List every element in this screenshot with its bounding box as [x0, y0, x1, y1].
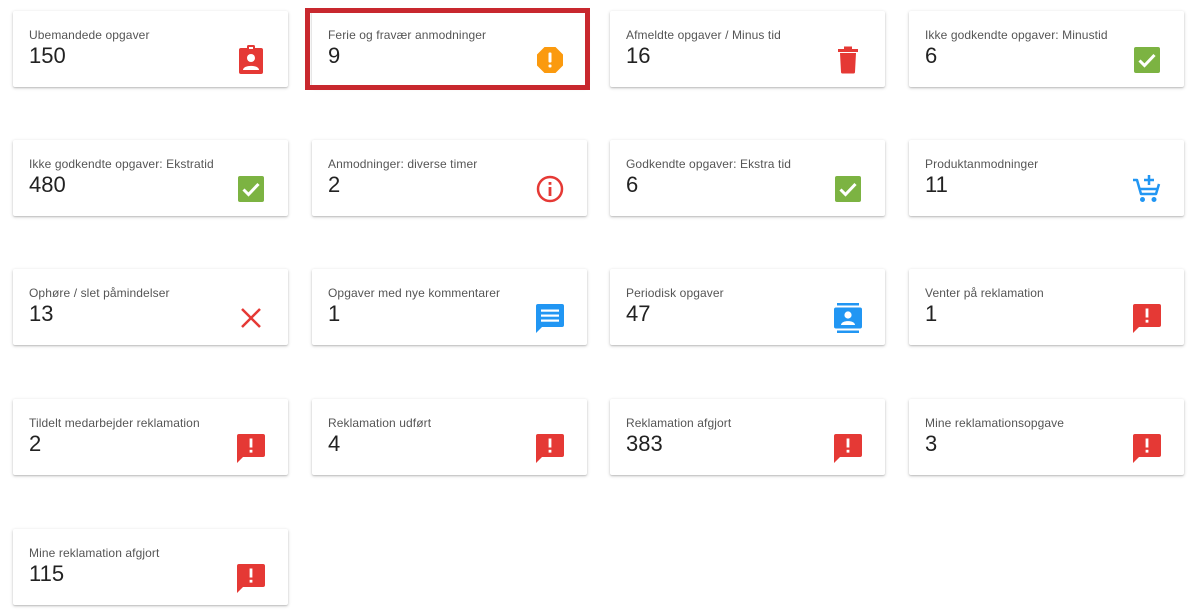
- card-value: 4: [328, 431, 341, 456]
- card-ferie-fravaer[interactable]: Ferie og fravær anmodninger 9: [312, 11, 587, 87]
- card-produktanmodninger[interactable]: Produktanmodninger 11: [909, 140, 1184, 216]
- card-label: Mine reklamation afgjort: [29, 546, 160, 560]
- card-opgaver-nye-kommentarer[interactable]: Opgaver med nye kommentarer 1: [312, 269, 587, 345]
- card-tildelt-medarbejder-reklamation[interactable]: Tildelt medarbejder reklamation 2: [13, 399, 288, 475]
- feedback-icon: [833, 433, 863, 463]
- card-ophoere-slet-paamindelser[interactable]: Ophøre / slet påmindelser 13: [13, 269, 288, 345]
- card-label: Reklamation afgjort: [626, 416, 732, 430]
- card-venter-paa-reklamation[interactable]: Venter på reklamation 1: [909, 269, 1184, 345]
- card-mine-reklamationsopgave[interactable]: Mine reklamationsopgave 3: [909, 399, 1184, 475]
- card-label: Periodisk opgaver: [626, 286, 724, 300]
- card-mine-reklamation-afgjort[interactable]: Mine reklamation afgjort 115: [13, 529, 288, 605]
- card-godkendte-ekstra-tid[interactable]: Godkendte opgaver: Ekstra tid 6: [610, 140, 885, 216]
- feedback-icon: [236, 433, 266, 463]
- card-value: 13: [29, 301, 54, 326]
- card-label: Produktanmodninger: [925, 157, 1039, 171]
- card-label: Ikke godkendte opgaver: Ekstratid: [29, 157, 214, 171]
- card-label: Ikke godkendte opgaver: Minustid: [925, 28, 1108, 42]
- card-periodisk-opgaver[interactable]: Periodisk opgaver 47: [610, 269, 885, 345]
- card-reklamation-udfoert[interactable]: Reklamation udført 4: [312, 399, 587, 475]
- check-box-icon: [833, 174, 863, 204]
- check-box-icon: [1132, 45, 1162, 75]
- card-value: 16: [626, 43, 651, 68]
- close-icon: [236, 303, 266, 333]
- feedback-icon: [1132, 303, 1162, 333]
- card-value: 1: [925, 301, 938, 326]
- card-label: Anmodninger: diverse timer: [328, 157, 478, 171]
- card-label: Ferie og fravær anmodninger: [328, 28, 487, 42]
- card-label: Tildelt medarbejder reklamation: [29, 416, 200, 430]
- card-label: Opgaver med nye kommentarer: [328, 286, 501, 300]
- card-value: 3: [925, 431, 938, 456]
- dashboard-grid: Ubemandede opgaver 150 Ferie og fravær a…: [0, 0, 1188, 616]
- card-value: 6: [626, 172, 639, 197]
- contacts-icon: [833, 303, 863, 333]
- check-box-icon: [236, 174, 266, 204]
- card-label: Mine reklamationsopgave: [925, 416, 1065, 430]
- feedback-icon: [1132, 433, 1162, 463]
- card-ikke-godkendte-minustid[interactable]: Ikke godkendte opgaver: Minustid 6: [909, 11, 1184, 87]
- card-value: 47: [626, 301, 651, 326]
- card-value: 2: [328, 172, 341, 197]
- report-octagon-icon: [535, 45, 565, 75]
- card-value: 115: [29, 561, 65, 586]
- card-label: Venter på reklamation: [925, 286, 1044, 300]
- info-icon: [535, 174, 565, 204]
- card-ikke-godkendte-ekstratid[interactable]: Ikke godkendte opgaver: Ekstratid 480: [13, 140, 288, 216]
- card-label: Afmeldte opgaver / Minus tid: [626, 28, 781, 42]
- card-label: Reklamation udført: [328, 416, 432, 430]
- card-label: Godkendte opgaver: Ekstra tid: [626, 157, 791, 171]
- card-label: Ophøre / slet påmindelser: [29, 286, 170, 300]
- card-afmeldte-opgaver[interactable]: Afmeldte opgaver / Minus tid 16: [610, 11, 885, 87]
- card-value: 150: [29, 43, 66, 68]
- card-value: 11: [925, 172, 948, 197]
- card-value: 383: [626, 431, 663, 456]
- assignment-ind-icon: [236, 45, 266, 75]
- card-value: 480: [29, 172, 66, 197]
- card-value: 9: [328, 43, 341, 68]
- card-value: 2: [29, 431, 42, 456]
- card-anmodninger-diverse-timer[interactable]: Anmodninger: diverse timer 2: [312, 140, 587, 216]
- feedback-icon: [535, 433, 565, 463]
- feedback-icon: [236, 563, 266, 593]
- card-reklamation-afgjort[interactable]: Reklamation afgjort 383: [610, 399, 885, 475]
- card-ubemandede-opgaver[interactable]: Ubemandede opgaver 150: [13, 11, 288, 87]
- comment-icon: [535, 303, 565, 333]
- card-label: Ubemandede opgaver: [29, 28, 150, 42]
- card-value: 6: [925, 43, 938, 68]
- add-cart-icon: [1132, 174, 1162, 204]
- trash-icon: [833, 45, 863, 75]
- card-value: 1: [328, 301, 341, 326]
